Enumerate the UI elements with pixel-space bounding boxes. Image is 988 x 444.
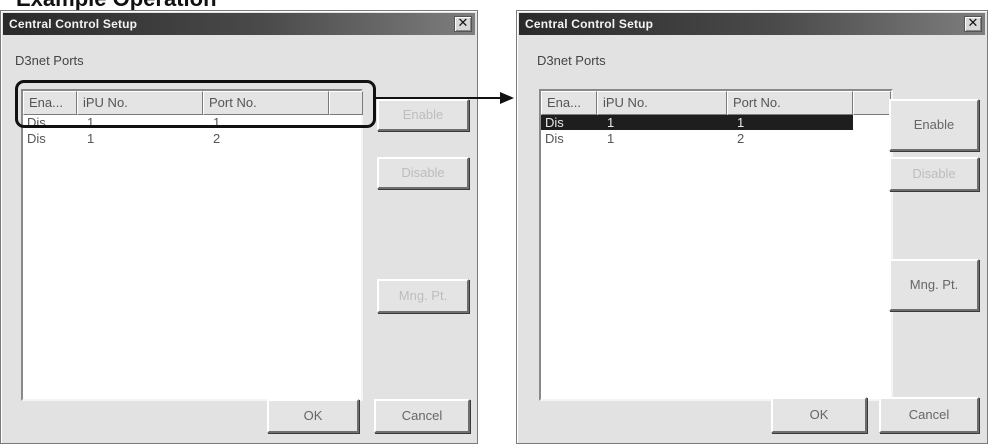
mng-pt-button[interactable]: Mng. Pt. — [889, 259, 979, 311]
enable-button[interactable]: Enable — [889, 99, 979, 151]
close-button[interactable]: ✕ — [964, 16, 982, 32]
list-item[interactable]: Dis 1 2 — [541, 131, 853, 146]
column-header-enable[interactable]: Ena... — [541, 91, 597, 115]
list-header: Ena... iPU No. Port No. — [541, 91, 891, 115]
disable-button[interactable]: Disable — [377, 157, 469, 189]
cell-port-no: 2 — [737, 131, 745, 146]
cell-enable: Dis — [27, 131, 46, 146]
close-icon: ✕ — [967, 16, 979, 31]
cell-ipu-no: 1 — [607, 131, 615, 146]
d3net-ports-list[interactable]: Ena... iPU No. Port No. Dis 1 1 Dis 1 2 — [539, 89, 893, 401]
d3net-ports-list[interactable]: Ena... iPU No. Port No. Dis 1 1 Dis 1 2 — [21, 89, 363, 401]
dialog-title: Central Control Setup — [525, 17, 654, 31]
disable-button[interactable]: Disable — [889, 157, 979, 191]
selection-callout-box — [15, 80, 376, 128]
cell-ipu-no: 1 — [607, 115, 615, 130]
close-button[interactable]: ✕ — [454, 16, 472, 32]
cell-enable: Dis — [545, 131, 564, 146]
list-item-selected[interactable]: Dis 1 1 — [541, 115, 853, 130]
central-control-setup-dialog-after: Central Control Setup ✕ D3net Ports Ena.… — [516, 10, 988, 444]
column-header-ipu-no[interactable]: iPU No. — [597, 91, 727, 115]
dialog-title-bar[interactable]: Central Control Setup ✕ — [519, 13, 985, 35]
cancel-button[interactable]: Cancel — [374, 399, 470, 433]
d3net-ports-label: D3net Ports — [15, 53, 84, 68]
cell-ipu-no: 1 — [87, 131, 95, 146]
right-arrow-icon — [376, 92, 514, 104]
column-header-extra[interactable] — [853, 91, 891, 115]
column-header-port-no[interactable]: Port No. — [727, 91, 853, 115]
ok-button[interactable]: OK — [267, 399, 359, 433]
list-item[interactable]: Dis 1 2 — [23, 131, 361, 146]
dialog-title: Central Control Setup — [9, 17, 138, 31]
ok-button[interactable]: OK — [771, 397, 867, 433]
d3net-ports-label: D3net Ports — [537, 53, 606, 68]
cell-enable: Dis — [545, 115, 564, 130]
cell-port-no: 2 — [213, 131, 221, 146]
cell-port-no: 1 — [737, 115, 745, 130]
dialog-title-bar[interactable]: Central Control Setup ✕ — [3, 13, 475, 35]
mng-pt-button[interactable]: Mng. Pt. — [377, 279, 469, 313]
close-icon: ✕ — [457, 16, 469, 31]
page-heading: Example Operation — [16, 0, 217, 10]
cancel-button[interactable]: Cancel — [879, 397, 979, 433]
central-control-setup-dialog-before: Central Control Setup ✕ D3net Ports Ena.… — [0, 10, 478, 444]
